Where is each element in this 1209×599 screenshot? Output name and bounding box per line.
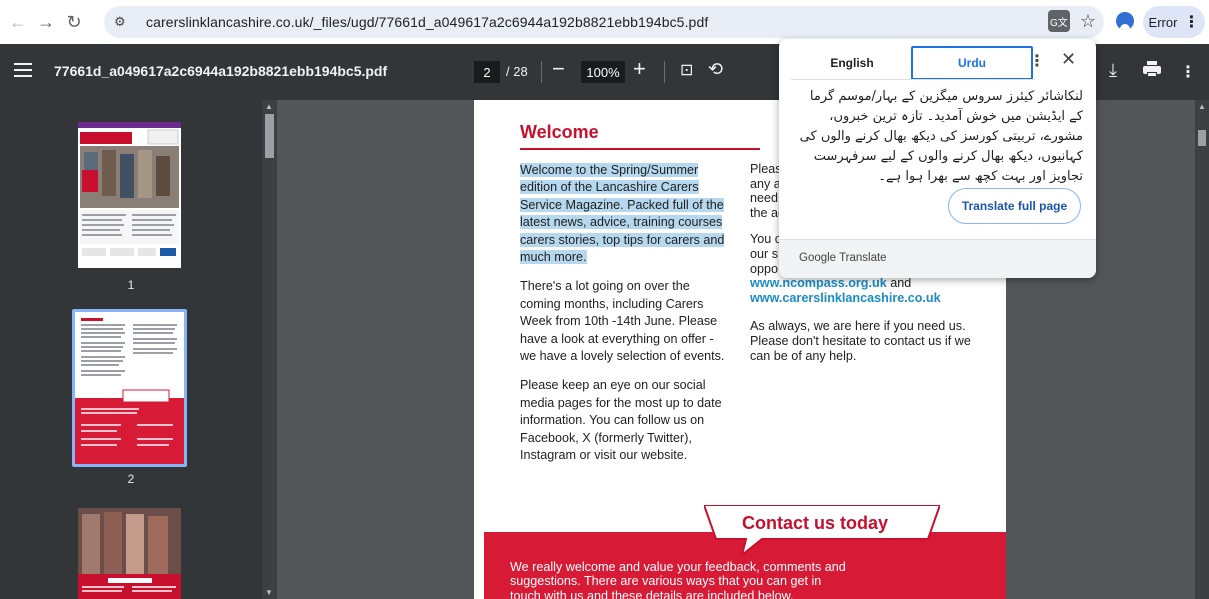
paragraph: Please keep an eye on our social media p…: [520, 378, 722, 463]
page-number-input[interactable]: 2: [474, 61, 500, 83]
back-arrow-icon[interactable]: ←: [4, 8, 32, 36]
tab-english[interactable]: English: [791, 46, 913, 80]
zoom-input[interactable]: 100%: [581, 61, 625, 83]
translate-icon[interactable]: G文: [1047, 10, 1070, 32]
thumbnail-page-3[interactable]: [78, 508, 181, 599]
thumbnail-page-2[interactable]: [75, 312, 184, 464]
selected-text[interactable]: Welcome to the Spring/Summer edition of …: [520, 163, 725, 265]
contact-heading: Contact us today: [742, 513, 889, 533]
reload-icon[interactable]: ↻: [60, 8, 88, 36]
scroll-up-icon[interactable]: ▲: [1198, 102, 1206, 111]
menu-icon[interactable]: [14, 63, 32, 77]
sidebar-scrollbar[interactable]: ▲ ▼: [262, 100, 277, 599]
google-translate-label: Google Translate: [799, 252, 887, 264]
thumbnail-label: 1: [127, 278, 135, 292]
pdf-filename: 77661d_a049617a2c6944a192b8821ebb194bc5.…: [54, 63, 388, 79]
magazine-cover-thumbnail: [78, 122, 181, 268]
tab-divider: [791, 79, 1035, 80]
page-3-thumbnail: [78, 508, 181, 599]
forward-arrow-icon[interactable]: →: [32, 8, 60, 36]
scrollbar-thumb[interactable]: [265, 114, 274, 158]
download-icon[interactable]: ⤓: [1109, 60, 1117, 81]
and-text: and: [886, 276, 912, 291]
address-bar[interactable]: ⚙ carerslinklancashire.co.uk/_files/ugd/…: [104, 6, 1104, 38]
zoom-in-icon[interactable]: +: [633, 56, 646, 82]
closing-paragraph: As always, we are here if you need us. P…: [750, 319, 971, 363]
profile-icon[interactable]: [1116, 12, 1134, 30]
welcome-page-thumbnail: [75, 312, 184, 464]
scroll-down-icon[interactable]: ▼: [265, 588, 273, 597]
thumbnail-page-1[interactable]: [78, 122, 181, 268]
heading-rule: [520, 148, 760, 150]
zoom-out-icon[interactable]: −: [552, 56, 565, 82]
url-text[interactable]: carerslinklancashire.co.uk/_files/ugd/77…: [146, 14, 708, 30]
fit-page-icon[interactable]: ⊡: [680, 60, 693, 80]
thumbnail-label: 2: [127, 472, 135, 486]
left-column: Welcome to the Spring/Summer edition of …: [520, 162, 732, 477]
divider: [664, 61, 665, 83]
more-options-icon[interactable]: ⋮: [1180, 62, 1196, 82]
paragraph: There's a lot going on over the coming m…: [520, 279, 725, 364]
tune-icon[interactable]: ⚙: [114, 14, 134, 30]
browser-toolbar: ← → ↻ ⚙ carerslinklancashire.co.uk/_file…: [0, 0, 1209, 44]
scrollbar-thumb[interactable]: [1198, 130, 1206, 146]
translate-full-page-button[interactable]: Translate full page: [948, 188, 1081, 224]
kebab-icon[interactable]: ⋮: [1029, 51, 1045, 71]
tab-urdu[interactable]: Urdu: [911, 46, 1033, 80]
carerslink-link[interactable]: www.carerslinklancashire.co.uk: [750, 291, 980, 306]
error-button[interactable]: Error ⋮: [1143, 6, 1205, 38]
error-label: Error: [1148, 14, 1178, 30]
print-icon[interactable]: [1143, 61, 1161, 77]
translate-popup: English Urdu ⋮ ✕ لنکاشائر کیئرز سروس میگ…: [779, 39, 1096, 278]
popup-footer: Google Translate: [779, 239, 1096, 278]
translated-text: لنکاشائر کیئرز سروس میگزین کے بہار/موسم …: [799, 89, 1083, 184]
kebab-icon: ⋮: [1183, 14, 1200, 31]
close-icon[interactable]: ✕: [1061, 49, 1076, 70]
thumbnail-sidebar: 1 2: [0, 100, 262, 599]
ncompass-link[interactable]: www.ncompass.org.uk: [750, 276, 887, 290]
page-total: / 28: [506, 64, 528, 79]
page-heading: Welcome: [520, 122, 599, 142]
contact-text: We really welcome and value your feedbac…: [510, 560, 846, 599]
page-scrollbar[interactable]: ▲: [1195, 100, 1209, 599]
scroll-up-icon[interactable]: ▲: [265, 102, 273, 111]
star-icon[interactable]: ☆: [1080, 11, 1096, 32]
divider: [541, 61, 542, 83]
rotate-icon[interactable]: ⟲: [708, 59, 723, 80]
